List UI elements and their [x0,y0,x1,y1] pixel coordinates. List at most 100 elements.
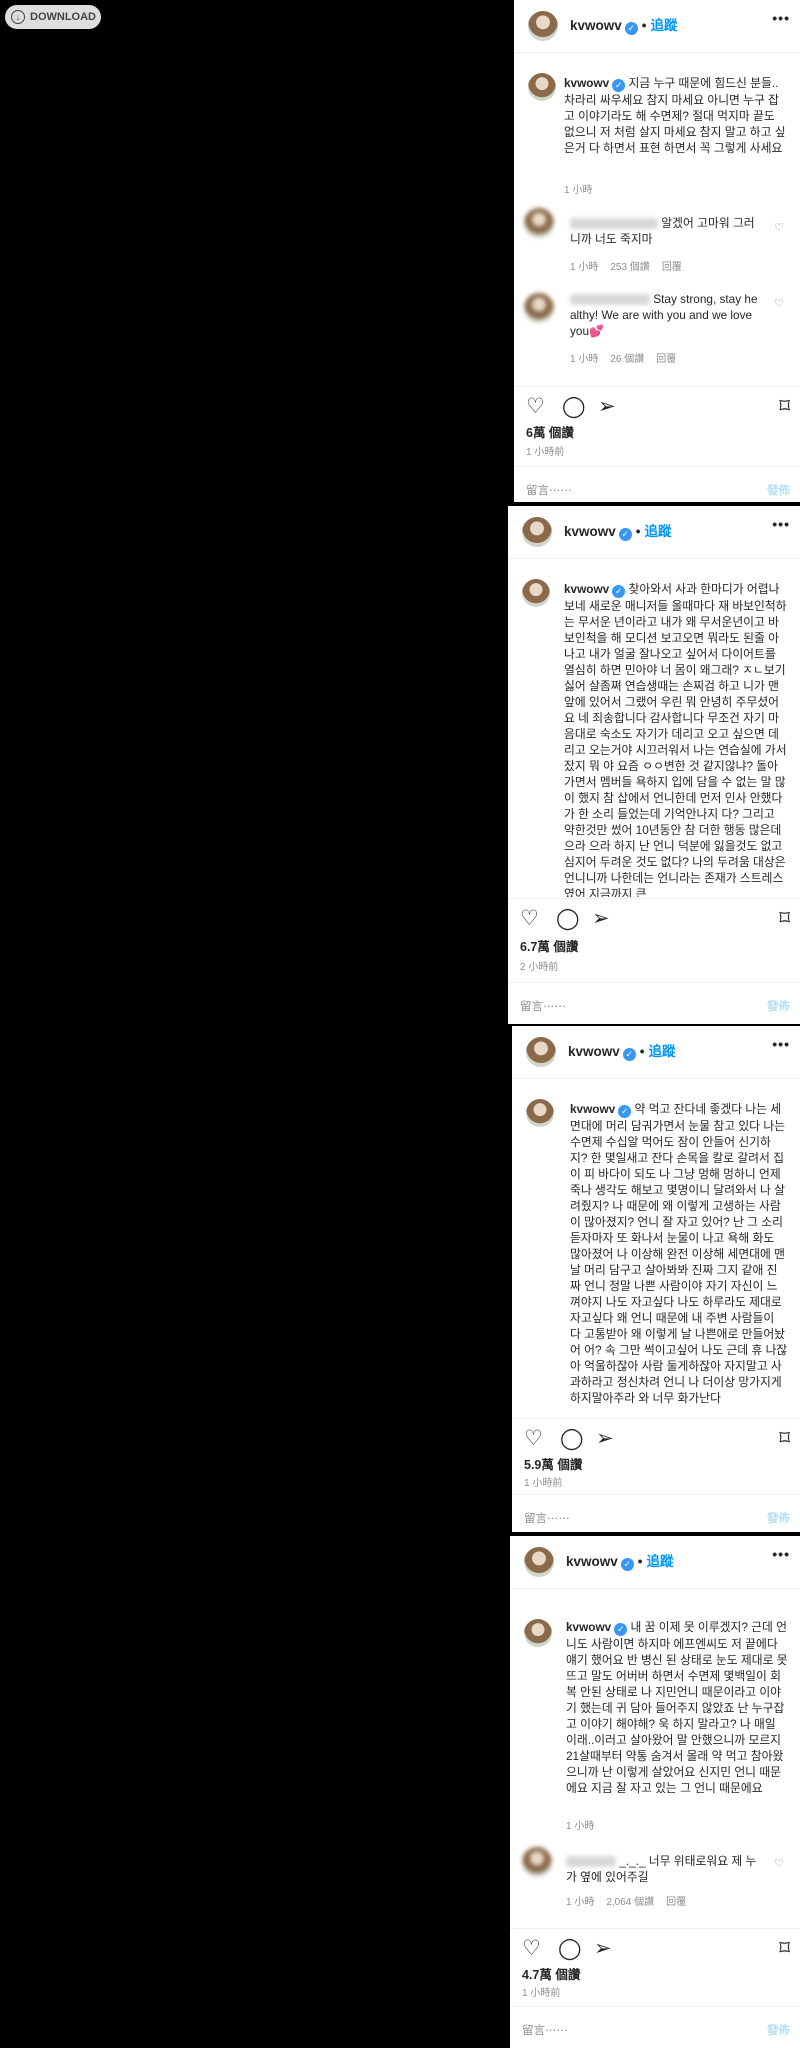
avatar[interactable] [526,1037,556,1067]
post-header: kvwowv ✓ • 追蹤 ••• [514,0,800,53]
share-icon[interactable]: ➢ [598,395,616,419]
verified-badge-icon: ✓ [612,79,626,92]
username[interactable]: kvwowv [564,524,616,539]
username[interactable]: kvwowv [570,18,622,33]
post-time: 1 小時前 [526,447,565,458]
follow-button[interactable]: 追蹤 [649,1044,676,1059]
verified-badge-icon: ✓ [620,1558,634,1571]
download-icon: ↓ [11,10,25,24]
likes-count[interactable]: 4.7萬 個讚 [522,1964,580,1983]
comment-icon[interactable]: ◯ [558,1937,582,1961]
download-label: DOWNLOAD [30,11,96,23]
avatar[interactable] [522,517,552,547]
comment-likes[interactable]: 26 個讚 [610,354,644,365]
comment-box: 留言⋯⋯ 發佈 [512,1494,800,1532]
bookmark-icon[interactable]: ⌑ [779,1427,790,1451]
avatar[interactable] [524,1619,552,1647]
heart-icon[interactable]: ♡ [522,1937,541,1961]
comments-area: kvwowv ✓ 약 먹고 잔다네 좋겠다 나는 세면대에 머리 담궈가면서 눈물… [512,1079,800,1417]
comment-box: 留言⋯⋯ 發佈 [514,466,800,502]
post-time: 1 小時前 [524,1478,563,1489]
action-bar: ♡ ◯ ➢ ⌑ [514,386,800,427]
comment-time: 1 小時 [570,262,599,273]
heart-icon[interactable]: ♡ [524,1427,543,1451]
comment-like-icon[interactable]: ♡ [774,221,784,234]
verified-badge-icon: ✓ [618,1105,632,1118]
download-button[interactable]: ↓ DOWNLOAD [5,5,101,29]
post-panel-3: kvwowv ✓ • 追蹤 ••• kvwowv ✓ 약 먹고 잔다네 좋겠다 나는 세… [512,1026,800,1532]
action-bar: ♡ ◯ ➢ ⌑ [508,898,800,939]
reply-button[interactable]: 回覆 [662,262,682,273]
caption-time: 1 小時 [566,1821,595,1832]
comment-input[interactable]: 留言⋯⋯ [522,2022,568,2038]
post-button[interactable]: 發佈 [767,482,790,498]
comments-area: kvwowv ✓ 내 꿈 이제 못 이루겠지? 근데 언니도 사람이면 하지마 에… [510,1589,800,1927]
avatar[interactable] [524,1547,554,1577]
verified-badge-icon: ✓ [622,1048,636,1061]
more-options-icon[interactable]: ••• [772,1036,790,1052]
avatar[interactable] [528,11,558,41]
username[interactable]: kvwowv [566,1554,618,1569]
bookmark-icon[interactable]: ⌑ [779,907,790,931]
comment-input[interactable]: 留言⋯⋯ [526,482,572,498]
comment: _._._ 너무 위태로워요 제 누가 옆에 있어주길 [566,1854,757,1884]
comment-time: 1 小時 [566,1897,595,1908]
comment-box: 留言⋯⋯ 發佈 [510,2006,800,2048]
post-panel-4: kvwowv ✓ • 追蹤 ••• kvwowv ✓ 내 꿈 이제 못 이루겠지? 근데… [510,1536,800,2048]
action-bar: ♡ ◯ ➢ ⌑ [512,1418,800,1459]
comment-like-icon[interactable]: ♡ [774,297,784,310]
comment-box: 留言⋯⋯ 發佈 [508,982,800,1024]
comment-icon[interactable]: ◯ [560,1427,584,1451]
username[interactable]: kvwowv [568,1044,620,1059]
post-panel-2: kvwowv ✓ • 追蹤 ••• kvwowv ✓ 찾아와서 사과 한마디가 어렵나보… [508,506,800,1024]
comment-icon[interactable]: ◯ [556,907,580,931]
bookmark-icon[interactable]: ⌑ [779,395,790,419]
share-icon[interactable]: ➢ [594,1937,612,1961]
share-icon[interactable]: ➢ [592,907,610,931]
comment: 알겠어 고마워 그러니까 너도 죽지마 [570,216,755,246]
comment: Stay strong, stay healthy! We are with y… [570,292,758,338]
caption: kvwowv ✓ 약 먹고 잔다네 좋겠다 나는 세면대에 머리 담궈가면서 눈물… [570,1102,788,1405]
reply-button[interactable]: 回覆 [666,1897,686,1908]
more-options-icon[interactable]: ••• [772,1546,790,1562]
post-button[interactable]: 發佈 [767,998,790,1014]
more-options-icon[interactable]: ••• [772,10,790,26]
reply-button[interactable]: 回覆 [656,354,676,365]
caption: kvwowv ✓ 지금 누구 때문에 힘드신 분들..차라리 싸우세요 참지 마세… [564,76,786,155]
comment-avatar[interactable] [524,293,554,323]
likes-count[interactable]: 6.7萬 個讚 [520,936,578,955]
comment-time: 1 小時 [570,354,599,365]
heart-icon[interactable]: ♡ [526,395,545,419]
verified-badge-icon: ✓ [614,1623,628,1636]
avatar[interactable] [526,1099,554,1127]
avatar[interactable] [528,73,556,101]
comment-likes[interactable]: 253 個讚 [610,262,649,273]
caption: kvwowv ✓ 찾아와서 사과 한마디가 어렵나보네 새로운 매니저들 올때마다… [564,582,787,897]
comment-avatar[interactable] [524,208,554,238]
comment-like-icon[interactable]: ♡ [774,1857,784,1870]
share-icon[interactable]: ➢ [596,1427,614,1451]
post-button[interactable]: 發佈 [767,1510,790,1526]
follow-button[interactable]: 追蹤 [651,18,678,33]
bookmark-icon[interactable]: ⌑ [779,1937,790,1961]
verified-badge-icon: ✓ [612,585,626,598]
caption-time: 1 小時 [564,185,593,196]
likes-count[interactable]: 5.9萬 個讚 [524,1454,582,1473]
likes-count[interactable]: 6萬 個讚 [526,422,574,441]
comment-icon[interactable]: ◯ [562,395,586,419]
comment-likes[interactable]: 2,064 個讚 [606,1897,654,1908]
comment-avatar[interactable] [522,1847,552,1877]
post-header: kvwowv ✓ • 追蹤 ••• [512,1026,800,1079]
post-button[interactable]: 發佈 [767,2022,790,2038]
avatar[interactable] [522,579,550,607]
verified-badge-icon: ✓ [624,22,638,35]
heart-icon[interactable]: ♡ [520,907,539,931]
comment-input[interactable]: 留言⋯⋯ [524,1510,570,1526]
follow-button[interactable]: 追蹤 [645,524,672,539]
comment-input[interactable]: 留言⋯⋯ [520,998,566,1014]
caption: kvwowv ✓ 내 꿈 이제 못 이루겠지? 근데 언니도 사람이면 하지마 에… [566,1620,788,1795]
comments-area: kvwowv ✓ 지금 누구 때문에 힘드신 분들..차라리 싸우세요 참지 마세… [514,53,800,386]
comments-area: kvwowv ✓ 찾아와서 사과 한마디가 어렵나보네 새로운 매니저들 올때마다… [508,559,800,897]
more-options-icon[interactable]: ••• [772,516,790,532]
follow-button[interactable]: 追蹤 [647,1554,674,1569]
